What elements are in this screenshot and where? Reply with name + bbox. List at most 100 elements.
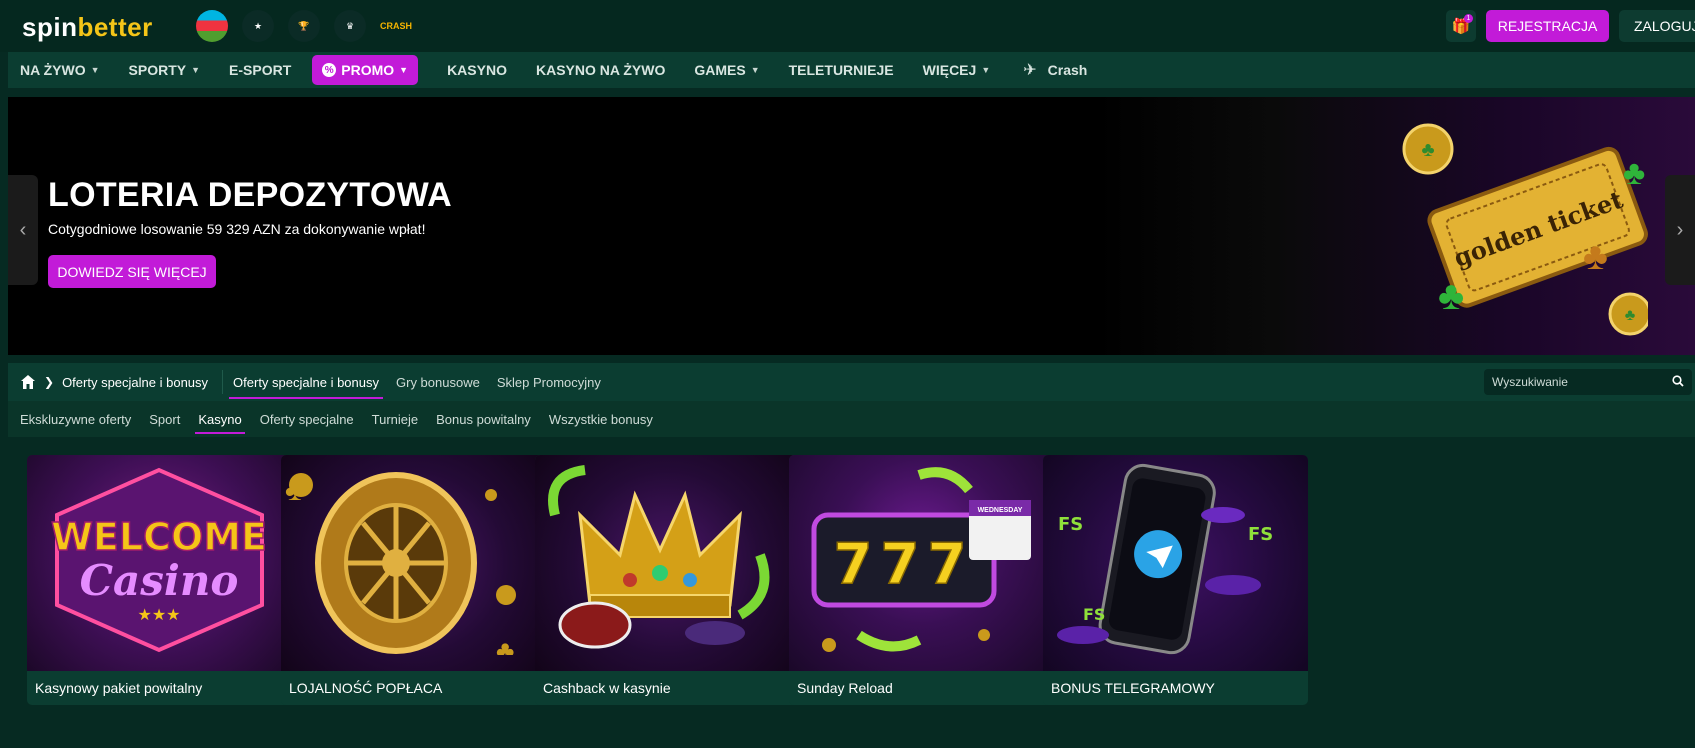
league-icons: ★ 🏆 ♛ CRASH: [196, 10, 412, 42]
breadcrumb-current[interactable]: Oferty specjalne i bonusy: [62, 375, 208, 390]
loyalty-wheel-image: ♣ ♣: [281, 455, 546, 671]
crash-icon-label: CRASH: [380, 21, 413, 31]
welcome-text: WELCOME: [51, 515, 267, 559]
nav-label: KASYNO NA ŻYWO: [535, 62, 666, 78]
nav-label: KASYNO: [447, 62, 507, 78]
tab-oferty-specjalne[interactable]: Oferty specjalne i bonusy: [229, 363, 383, 401]
subtab-bonus-powitalny[interactable]: Bonus powitalny: [436, 401, 531, 437]
subtab-wszystkie-bonusy[interactable]: Wszystkie bonusy: [549, 401, 653, 437]
nav-label: E-SPORT: [229, 62, 292, 78]
nav-item-e-sport[interactable]: E-SPORT: [229, 62, 291, 78]
svg-text:♣: ♣: [496, 635, 514, 655]
svg-text:♣: ♣: [1623, 154, 1645, 192]
golden-ticket-image: ♣ ♣ golden ticket ♣ ♣ ♣: [1402, 123, 1648, 336]
gift-button[interactable]: 🎁 1: [1446, 10, 1476, 42]
fs-label-2: FS: [1248, 524, 1273, 545]
cashback-crown-image: [535, 455, 800, 671]
breadcrumb: ❯ Oferty specjalne i bonusy Oferty specj…: [8, 363, 1695, 401]
card-title: Kasynowy pakiet powitalny: [35, 680, 203, 696]
subtab-oferty-specjalne[interactable]: Oferty specjalne: [260, 401, 354, 437]
svg-text:♣: ♣: [1625, 307, 1636, 324]
card-title: Cashback w kasynie: [543, 680, 671, 696]
register-button[interactable]: REJESTRACJA: [1486, 10, 1609, 42]
site-logo[interactable]: spinbetter: [22, 12, 153, 43]
fs-label-1: FS: [1058, 514, 1083, 535]
search-input[interactable]: [1492, 375, 1672, 389]
fs-label-3: FS: [1083, 605, 1105, 624]
nav-item-games[interactable]: GAMES ▼: [694, 62, 759, 78]
nav-item-kasyno[interactable]: KASYNO: [447, 62, 507, 78]
slot-777-text: 777: [834, 532, 975, 597]
chevron-down-icon: ▼: [981, 65, 991, 75]
subtab-turnieje[interactable]: Turnieje: [372, 401, 418, 437]
banner-title: LOTERIA DEPOZYTOWA: [48, 176, 452, 214]
premier-league-icon[interactable]: ♛: [334, 10, 366, 42]
banner-subtitle: Cotygodniowe losowanie 59 329 AZN za dok…: [48, 221, 426, 237]
nav-item-promo[interactable]: % PROMO ▼: [312, 55, 419, 85]
svg-text:★★★: ★★★: [137, 607, 180, 624]
card-title: BONUS TELEGRAMOWY: [1051, 680, 1215, 696]
nav-item-teleturnieje[interactable]: TELETURNIEJE: [789, 62, 894, 78]
category-tabs: Ekskluzywne oferty Sport Kasyno Oferty s…: [8, 401, 1695, 437]
europa-league-icon[interactable]: 🏆: [288, 10, 320, 42]
logo-text-better: better: [77, 12, 153, 42]
card-title: LOJALNOŚĆ POPŁACA: [289, 680, 443, 696]
login-button[interactable]: ZALOGUJ: [1619, 10, 1695, 42]
search-icon[interactable]: [1672, 374, 1684, 390]
card-title: Sunday Reload: [797, 680, 893, 696]
chevron-down-icon: ▼: [750, 65, 760, 75]
champions-league-icon[interactable]: ★: [242, 10, 274, 42]
promo-card[interactable]: FS FS FS BONUS TELEGRAMOWY: [1043, 455, 1308, 705]
main-nav: NA ŻYWO ▼ SPORTY ▼ E-SPORT % PROMO ▼ KASYNO …: [8, 52, 1695, 88]
crash-game-icon[interactable]: CRASH: [380, 10, 412, 42]
banner-next-button[interactable]: ›: [1665, 175, 1695, 285]
home-icon[interactable]: [20, 374, 36, 390]
svg-text:♣: ♣: [1421, 139, 1434, 161]
svg-text:♣: ♣: [1438, 274, 1464, 318]
banner-prev-button[interactable]: ‹: [8, 175, 38, 285]
tab-gry-bonusowe[interactable]: Gry bonusowe: [396, 363, 480, 401]
sunday-reload-image: 777 WEDNESDAY: [789, 455, 1054, 671]
promo-card[interactable]: Cashback w kasynie: [535, 455, 800, 705]
promo-cards-grid: WELCOME Casino ★★★ Kasynowy pakiet powit…: [8, 437, 1695, 722]
promo-icon: %: [322, 63, 337, 77]
telegram-bonus-image: FS FS FS: [1043, 455, 1308, 671]
plane-icon: ✈: [1023, 62, 1037, 79]
nav-item-na-zywo[interactable]: NA ŻYWO ▼: [20, 62, 100, 78]
chevron-down-icon: ▼: [399, 65, 409, 75]
azerbaijan-flag-icon[interactable]: [196, 10, 228, 42]
subtab-kasyno[interactable]: Kasyno: [195, 401, 246, 437]
promo-banner[interactable]: ♣ ♣ golden ticket ♣ ♣ ♣ ‹ › LOTERIA DEPO…: [8, 97, 1695, 355]
casino-text: Casino: [80, 556, 239, 605]
welcome-casino-image: WELCOME Casino ★★★: [27, 455, 292, 671]
chevron-left-icon: ‹: [19, 218, 27, 241]
top-bar: spinbetter ★ 🏆 ♛ CRASH 🎁 1 REJESTRACJA Z…: [0, 0, 1695, 52]
promo-card[interactable]: WELCOME Casino ★★★ Kasynowy pakiet powit…: [27, 455, 292, 705]
nav-label: TELETURNIEJE: [788, 62, 894, 78]
nav-label: GAMES: [694, 62, 746, 78]
nav-label: Crash: [1047, 62, 1088, 78]
nav-item-crash[interactable]: ✈ Crash: [1023, 60, 1087, 80]
nav-label: NA ŻYWO: [20, 62, 86, 78]
chevron-down-icon: ▼: [90, 65, 100, 75]
subtab-sport[interactable]: Sport: [149, 401, 180, 437]
nav-item-kasyno-na-zywo[interactable]: KASYNO NA ŻYWO: [536, 62, 665, 78]
subtab-ekskluzywne-oferty[interactable]: Ekskluzywne oferty: [20, 401, 131, 437]
chevron-right-icon: ❯: [44, 375, 55, 389]
promo-card[interactable]: ♣ ♣ LOJALNOŚĆ POPŁACA: [281, 455, 546, 705]
tab-sklep-promocyjny[interactable]: Sklep Promocyjny: [497, 363, 601, 401]
nav-label: PROMO: [341, 62, 395, 78]
calendar-day-text: WEDNESDAY: [978, 507, 1023, 514]
chevron-right-icon: ›: [1676, 218, 1684, 241]
logo-text-spin: spin: [22, 12, 78, 42]
svg-text:♣: ♣: [285, 474, 305, 507]
gift-badge: 1: [1464, 14, 1473, 23]
nav-label: WIĘCEJ: [922, 62, 977, 78]
nav-label: SPORTY: [128, 62, 187, 78]
divider: [222, 370, 224, 394]
nav-item-wiecej[interactable]: WIĘCEJ ▼: [923, 62, 991, 78]
search-box: [1484, 369, 1692, 395]
promo-card[interactable]: 777 WEDNESDAY Sunday Reload: [789, 455, 1054, 705]
nav-item-sporty[interactable]: SPORTY ▼: [129, 62, 201, 78]
banner-cta-button[interactable]: DOWIEDZ SIĘ WIĘCEJ: [48, 255, 216, 288]
